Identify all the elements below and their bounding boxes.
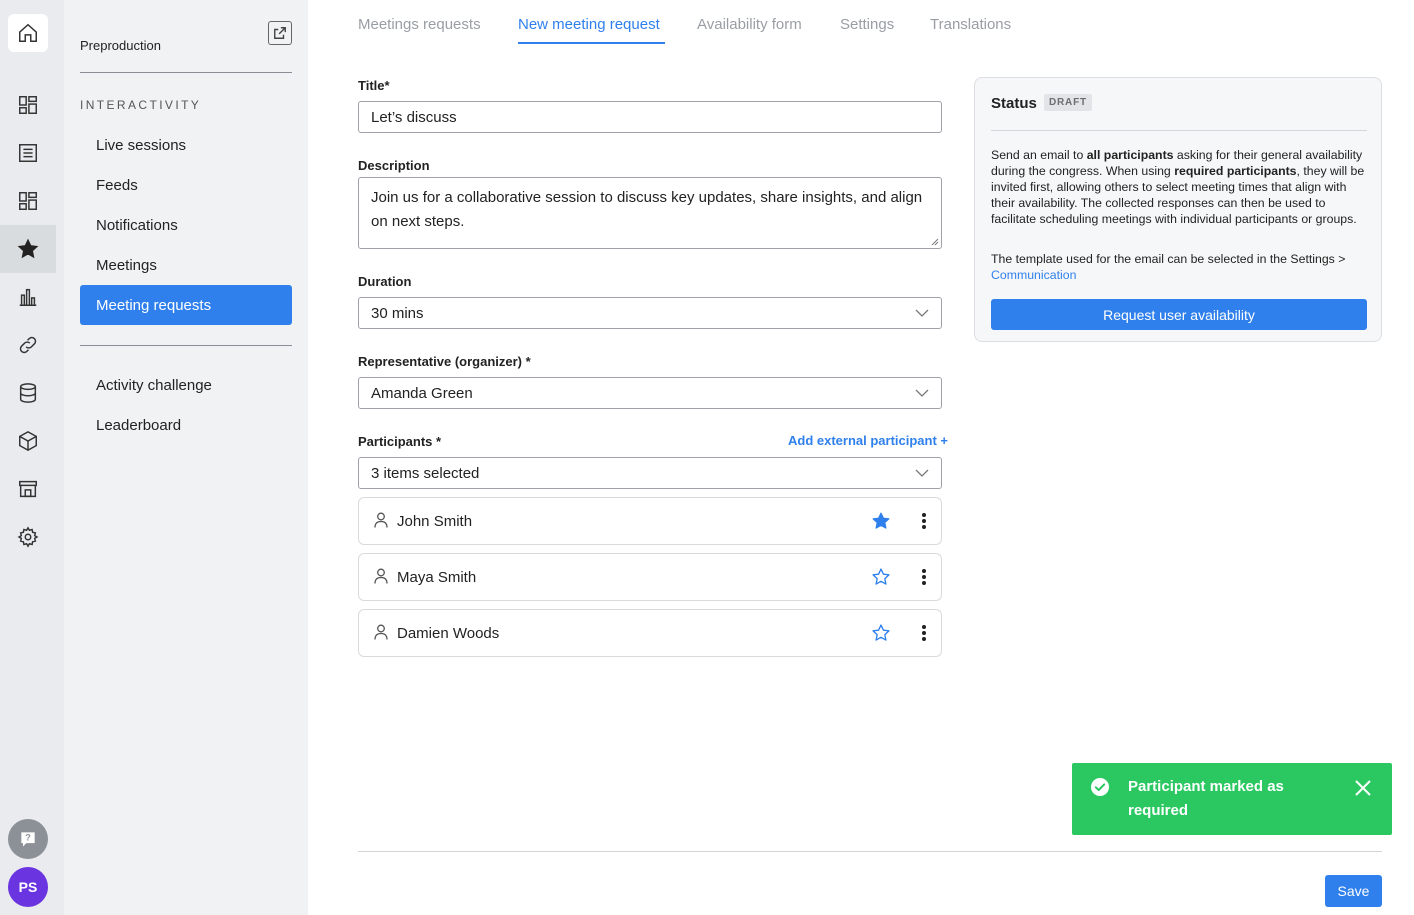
sidebar-divider bbox=[80, 72, 292, 73]
status-text-part: The template used for the email can be s… bbox=[991, 252, 1346, 266]
participant-name: Damien Woods bbox=[397, 625, 500, 642]
chevron-down-icon bbox=[915, 469, 929, 477]
participants-label: Participants * bbox=[358, 434, 442, 449]
sidebar-divider bbox=[80, 345, 292, 346]
tab-availability-form[interactable]: Availability form bbox=[697, 16, 802, 33]
help-icon[interactable]: ? bbox=[8, 819, 48, 859]
active-tab-indicator bbox=[518, 42, 665, 44]
tab-translations[interactable]: Translations bbox=[930, 16, 1011, 33]
status-template-note: The template used for the email can be s… bbox=[991, 251, 1369, 283]
cube-icon[interactable] bbox=[0, 417, 56, 465]
status-title: Status bbox=[991, 95, 1037, 112]
duration-select[interactable]: 30 mins bbox=[358, 297, 942, 329]
duration-label: Duration bbox=[358, 274, 412, 289]
description-value: Join us for a collaborative session to d… bbox=[371, 189, 923, 230]
required-star-outline-icon[interactable] bbox=[871, 567, 891, 587]
chevron-down-icon bbox=[915, 389, 929, 397]
status-divider bbox=[991, 130, 1367, 131]
footer-divider bbox=[358, 851, 1382, 852]
status-badge: DRAFT bbox=[1044, 94, 1092, 111]
save-button[interactable]: Save bbox=[1325, 875, 1382, 907]
required-star-filled-icon[interactable] bbox=[871, 511, 891, 531]
icon-rail: ? PS bbox=[0, 0, 64, 915]
title-input[interactable]: Let’s discuss bbox=[358, 101, 942, 133]
status-text-part: Send an email to bbox=[991, 148, 1087, 162]
chevron-down-icon bbox=[915, 309, 929, 317]
user-icon bbox=[374, 512, 388, 528]
more-vertical-icon[interactable] bbox=[919, 568, 929, 586]
participant-name: Maya Smith bbox=[397, 569, 477, 586]
representative-value: Amanda Green bbox=[371, 384, 473, 402]
agenda-icon[interactable] bbox=[0, 129, 56, 177]
more-vertical-icon[interactable] bbox=[919, 512, 929, 530]
status-text-bold: required participants bbox=[1174, 164, 1297, 178]
star-icon[interactable] bbox=[0, 225, 56, 273]
tab-settings[interactable]: Settings bbox=[840, 16, 894, 33]
status-text-bold: all participants bbox=[1086, 148, 1174, 162]
resize-handle-icon[interactable] bbox=[931, 238, 939, 246]
participants-select[interactable]: 3 items selected bbox=[358, 457, 942, 489]
store-icon[interactable] bbox=[0, 465, 56, 513]
representative-select[interactable]: Amanda Green bbox=[358, 377, 942, 409]
layout-icon[interactable] bbox=[0, 177, 56, 225]
project-name: Preproduction bbox=[80, 38, 161, 53]
participant-row: Maya Smith bbox=[358, 553, 942, 601]
tab-meetings-requests[interactable]: Meetings requests bbox=[358, 16, 481, 33]
check-circle-icon bbox=[1090, 777, 1110, 797]
sidebar-item-leaderboard[interactable]: Leaderboard bbox=[80, 405, 292, 445]
gear-icon[interactable] bbox=[0, 513, 56, 561]
participants-value: 3 items selected bbox=[371, 464, 480, 482]
title-value: Let’s discuss bbox=[371, 108, 457, 126]
sidebar-item-meetings[interactable]: Meetings bbox=[80, 245, 292, 285]
status-description: Send an email to all participants asking… bbox=[991, 147, 1369, 227]
user-icon bbox=[374, 624, 388, 640]
toast-message: Participant marked as required bbox=[1128, 778, 1284, 819]
description-label: Description bbox=[358, 158, 430, 173]
add-external-participant-link[interactable]: Add external participant + bbox=[788, 433, 948, 448]
close-icon[interactable] bbox=[1354, 779, 1372, 797]
participant-name: John Smith bbox=[397, 513, 473, 530]
avatar[interactable]: PS bbox=[8, 867, 48, 907]
sidebar-item-notifications[interactable]: Notifications bbox=[80, 205, 292, 245]
communication-link[interactable]: Communication bbox=[991, 268, 1076, 282]
secondary-sidebar: Preproduction INTERACTIVITY Live session… bbox=[64, 0, 308, 915]
title-label: Title* bbox=[358, 78, 390, 93]
sidebar-item-live-sessions[interactable]: Live sessions bbox=[80, 125, 292, 165]
participant-row: John Smith bbox=[358, 497, 942, 545]
link-icon[interactable] bbox=[0, 321, 56, 369]
bar-chart-icon[interactable] bbox=[0, 273, 56, 321]
description-textarea[interactable]: Join us for a collaborative session to d… bbox=[358, 177, 942, 249]
duration-value: 30 mins bbox=[371, 304, 424, 322]
dashboard-icon[interactable] bbox=[0, 81, 56, 129]
status-card: Status DRAFT Send an email to all partic… bbox=[974, 77, 1382, 342]
representative-label: Representative (organizer) * bbox=[358, 354, 531, 369]
external-link-icon[interactable] bbox=[268, 21, 292, 45]
request-user-availability-button[interactable]: Request user availability bbox=[991, 299, 1367, 330]
svg-text:?: ? bbox=[25, 833, 31, 843]
sidebar-item-meeting-requests[interactable]: Meeting requests bbox=[80, 285, 292, 325]
sidebar-section-title: INTERACTIVITY bbox=[80, 98, 202, 112]
toast-notification: Participant marked as required bbox=[1072, 763, 1392, 835]
more-vertical-icon[interactable] bbox=[919, 624, 929, 642]
participant-row: Damien Woods bbox=[358, 609, 942, 657]
database-icon[interactable] bbox=[0, 369, 56, 417]
home-icon[interactable] bbox=[8, 14, 48, 52]
user-icon bbox=[374, 568, 388, 584]
sidebar-item-feeds[interactable]: Feeds bbox=[80, 165, 292, 205]
sidebar-item-activity-challenge[interactable]: Activity challenge bbox=[80, 365, 292, 405]
required-star-outline-icon[interactable] bbox=[871, 623, 891, 643]
tab-new-meeting-request[interactable]: New meeting request bbox=[518, 16, 660, 33]
